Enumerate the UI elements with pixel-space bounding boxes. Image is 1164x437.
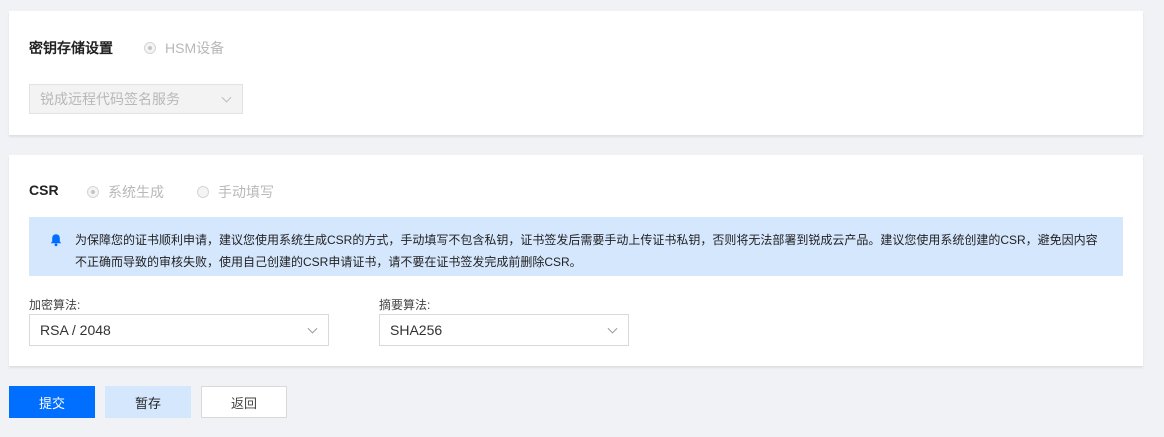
digest-value: SHA256 [390,322,443,338]
signing-service-select[interactable]: 锐成远程代码签名服务 [29,84,243,114]
chevron-down-icon [607,323,618,334]
notice-text-line-1: 为保障您的证书顺利申请，建议您使用系统生成CSR的方式，手动填写不包含私钥，证书… [75,233,1098,247]
radio-manual-fill-label: 手动填写 [218,184,274,200]
radio-system-generate[interactable]: 系统生成 [87,182,164,202]
encryption-label: 加密算法: [29,298,81,312]
chevron-down-icon [307,323,318,334]
submit-button[interactable]: 提交 [9,386,95,418]
encryption-value: RSA / 2048 [40,322,111,338]
signing-service-value: 锐成远程代码签名服务 [40,91,180,107]
bell-icon [50,234,62,247]
radio-checked-icon [144,42,156,54]
csr-label: CSR [29,182,59,198]
csr-card: CSR 系统生成 手动填写 为保障您的证书顺利申请，建议您使用系统生成CSR的方… [9,155,1143,366]
digest-label: 摘要算法: [379,298,431,312]
back-button[interactable]: 返回 [201,386,287,418]
radio-hsm[interactable]: HSM设备 [144,38,224,58]
key-storage-label: 密钥存储设置 [29,40,113,56]
save-draft-button[interactable]: 暂存 [105,386,191,418]
radio-checked-icon [87,186,99,198]
csr-notice: 为保障您的证书顺利申请，建议您使用系统生成CSR的方式，手动填写不包含私钥，证书… [29,217,1123,276]
key-storage-card: 密钥存储设置 HSM设备 锐成远程代码签名服务 [9,11,1143,135]
radio-unchecked-icon [197,186,209,198]
chevron-down-icon [221,92,232,103]
encryption-select[interactable]: RSA / 2048 [29,314,329,346]
digest-select[interactable]: SHA256 [379,314,629,346]
radio-hsm-label: HSM设备 [165,40,225,56]
notice-text-line-2: 不正确而导致的审核失败，使用自己创建的CSR申请证书，请不要在证书签发完成前删除… [75,255,582,269]
radio-manual-fill[interactable]: 手动填写 [197,182,274,202]
radio-system-generate-label: 系统生成 [108,184,164,200]
